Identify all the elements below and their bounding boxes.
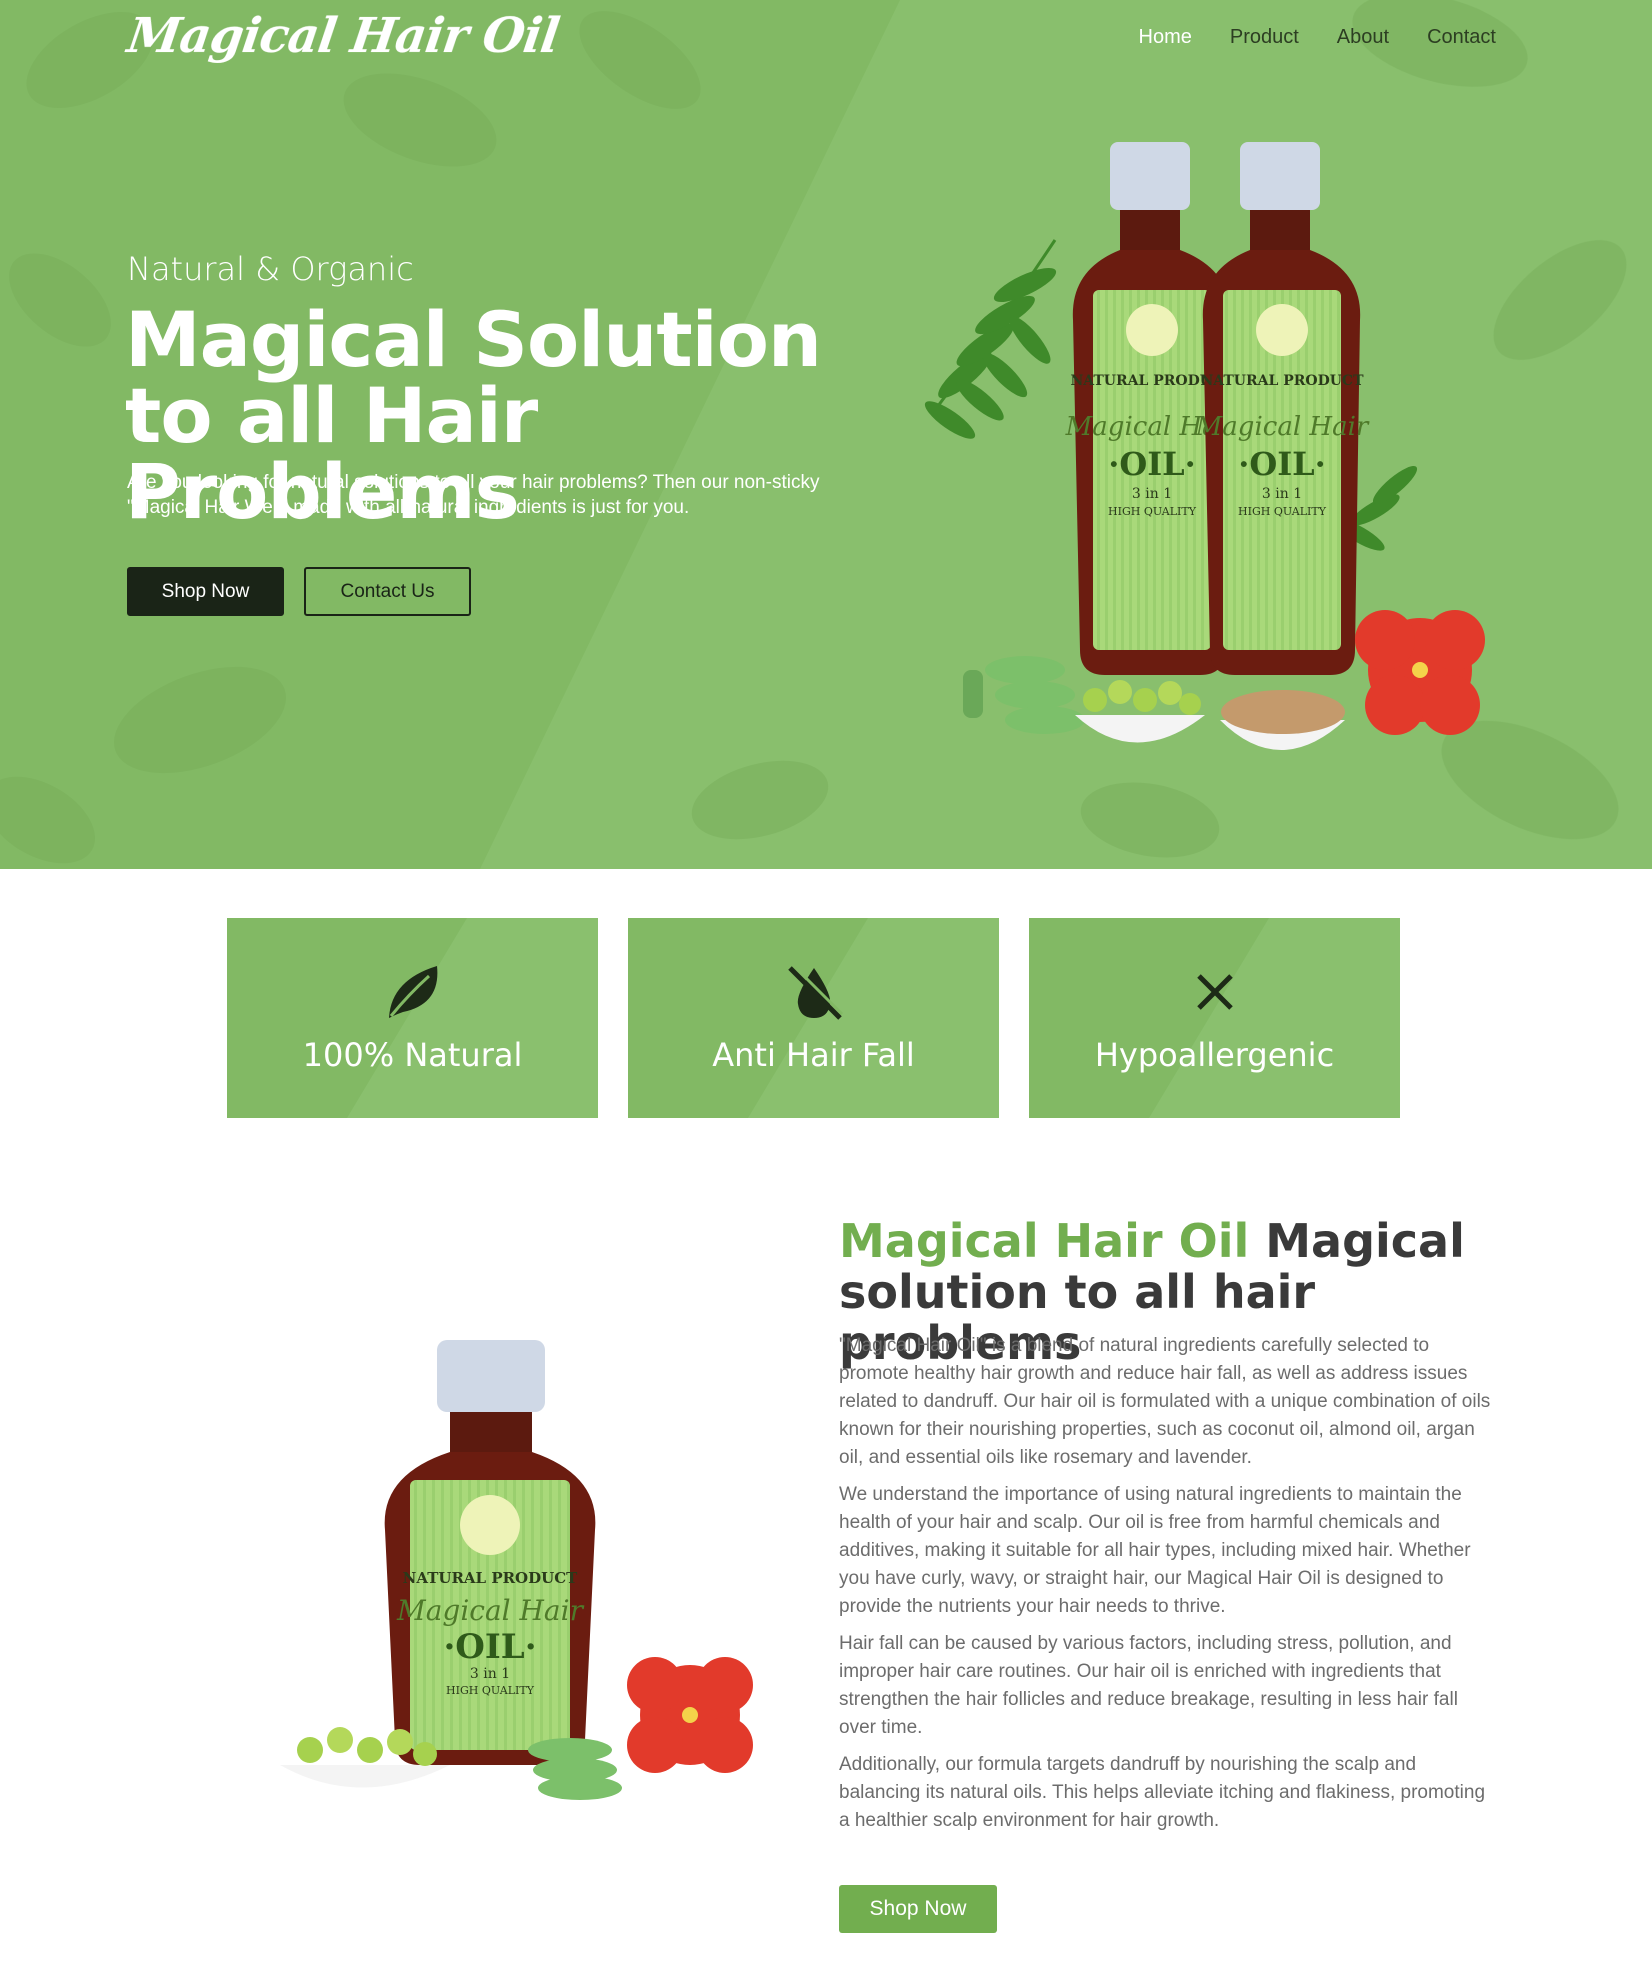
powder-bowl-icon — [1220, 690, 1345, 750]
leaf-icon — [388, 966, 437, 1018]
hero-description: Are you looking for natural solutions to… — [127, 472, 820, 518]
nav-item-product[interactable]: Product — [1230, 26, 1299, 49]
about-text: "Magical Hair Oil" is a blend of natural… — [839, 1332, 1499, 1844]
nav-item-home[interactable]: Home — [1139, 26, 1192, 49]
aloe-vera-icon — [528, 1738, 622, 1800]
svg-text:HIGH QUALITY: HIGH QUALITY — [1108, 505, 1197, 518]
about-paragraph: Hair fall can be caused by various facto… — [839, 1633, 1458, 1738]
feature-label: Anti Hair Fall — [712, 1036, 915, 1074]
brand-logo[interactable]: Magical Hair Oil — [124, 8, 562, 64]
aloe-vera-icon — [963, 656, 1085, 734]
feature-card-natural: 100% Natural — [227, 918, 598, 1118]
about-shop-now-button[interactable]: Shop Now — [839, 1885, 997, 1933]
main-nav: Home Product About Contact — [1139, 26, 1497, 49]
hibiscus-flower-icon — [627, 1657, 753, 1773]
nav-item-contact[interactable]: Contact — [1427, 26, 1496, 49]
svg-text:3 in 1: 3 in 1 — [1132, 486, 1172, 502]
feature-label: Hypoallergenic — [1094, 1036, 1335, 1074]
amla-bowl-icon — [1075, 680, 1205, 743]
about-paragraph: We understand the importance of using na… — [839, 1484, 1471, 1617]
svg-text:Magical Hair: Magical Hair — [396, 1594, 585, 1627]
hero-product-image: NATURAL PRODUCT Magical Hair ·OIL· 3 in … — [924, 142, 1485, 750]
hibiscus-flower-icon — [1355, 610, 1485, 735]
about-paragraph: Additionally, our formula targets dandru… — [839, 1754, 1486, 1831]
svg-text:HIGH QUALITY: HIGH QUALITY — [446, 1684, 535, 1697]
about-product-image: NATURAL PRODUCT Magical Hair ·OIL· 3 in … — [280, 1340, 753, 1800]
svg-text:3 in 1: 3 in 1 — [1262, 486, 1302, 502]
svg-text:·OIL·: ·OIL· — [443, 1627, 536, 1667]
svg-text:NATURAL PRODUCT: NATURAL PRODUCT — [1200, 373, 1364, 389]
feature-card-anti-hair-fall: Anti Hair Fall — [628, 918, 999, 1118]
svg-text:·OIL·: ·OIL· — [1238, 445, 1326, 483]
feature-label: 100% Natural — [302, 1036, 523, 1074]
about-title-accent: Magical Hair Oil — [839, 1214, 1250, 1268]
svg-text:3 in 1: 3 in 1 — [470, 1666, 510, 1682]
nav-item-about[interactable]: About — [1337, 26, 1389, 49]
hero-kicker: Natural & Organic — [127, 250, 414, 288]
oil-bottle-icon: NATURAL PRODUCT Magical Hair ·OIL· 3 in … — [1195, 142, 1370, 675]
svg-text:NATURAL PRODUCT: NATURAL PRODUCT — [403, 1569, 578, 1587]
about-paragraph: "Magical Hair Oil" is a blend of natural… — [839, 1335, 1491, 1468]
no-drop-icon — [787, 964, 843, 1020]
svg-text:·OIL·: ·OIL· — [1108, 445, 1196, 483]
hero-section: Magical Hair Oil Home Product About Cont… — [0, 0, 1652, 869]
svg-text:HIGH QUALITY: HIGH QUALITY — [1238, 505, 1327, 518]
feature-card-hypoallergenic: Hypoallergenic — [1029, 918, 1400, 1118]
svg-text:Magical Hair: Magical Hair — [1195, 412, 1370, 442]
shop-now-button[interactable]: Shop Now — [127, 567, 284, 616]
contact-us-button[interactable]: Contact Us — [304, 567, 471, 616]
close-icon — [1196, 974, 1233, 1010]
